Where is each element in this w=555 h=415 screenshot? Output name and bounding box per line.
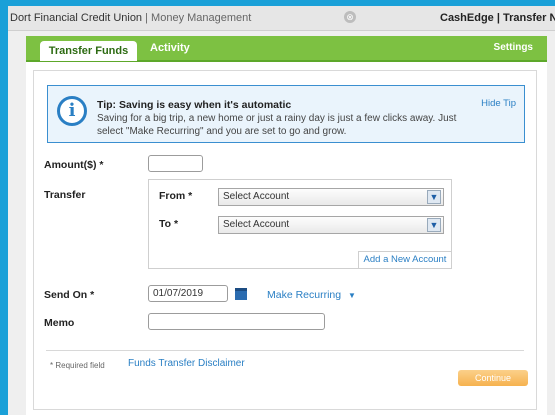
site-name: Dort Financial Credit Union bbox=[10, 12, 143, 24]
amount-label: Amount($) * bbox=[44, 159, 104, 171]
chevron-down-icon[interactable]: ▼ bbox=[427, 190, 441, 204]
settings-link[interactable]: Settings bbox=[494, 42, 533, 53]
make-recurring-label: Make Recurring bbox=[267, 289, 342, 301]
caret-down-icon: ▼ bbox=[348, 291, 356, 300]
make-recurring-link[interactable]: Make Recurring ▼ bbox=[267, 289, 356, 301]
nav-bar: Transfer Funds Activity Settings bbox=[26, 36, 547, 62]
from-account-select[interactable]: Select Account ▼ bbox=[218, 188, 444, 206]
transfer-accounts-box: From * Select Account ▼ To * Select Acco… bbox=[148, 179, 452, 269]
form-divider bbox=[46, 350, 524, 351]
tip-title: Tip: Saving is easy when it's automatic bbox=[97, 99, 292, 111]
page-name: Money Management bbox=[151, 12, 252, 24]
to-account-select[interactable]: Select Account ▼ bbox=[218, 216, 444, 234]
browser-tab-other[interactable]: CashEdge | Transfer NOW bbox=[440, 12, 555, 24]
info-icon: i bbox=[57, 96, 87, 126]
transfer-app: Transfer Funds Activity Settings i Tip: … bbox=[26, 36, 547, 415]
funds-transfer-disclaimer-link[interactable]: Funds Transfer Disclaimer bbox=[128, 358, 245, 369]
send-on-label: Send On * bbox=[44, 289, 95, 301]
browser-tab-title[interactable]: Dort Financial Credit Union | Money Mana… bbox=[10, 12, 251, 24]
transfer-label: Transfer bbox=[44, 189, 86, 201]
browser-window: Dort Financial Credit Union | Money Mana… bbox=[8, 6, 555, 415]
title-separator: | bbox=[142, 12, 152, 24]
tip-body: Saving for a big trip, a new home or jus… bbox=[97, 113, 457, 137]
transfer-form-panel: i Tip: Saving is easy when it's automati… bbox=[33, 70, 537, 410]
tip-box: i Tip: Saving is easy when it's automati… bbox=[47, 85, 525, 143]
continue-button[interactable]: Continue bbox=[458, 370, 528, 386]
to-label: To * bbox=[159, 218, 179, 230]
add-new-account-link[interactable]: Add a New Account bbox=[358, 251, 452, 269]
required-field-note: * Required field bbox=[50, 361, 105, 370]
to-account-value: Select Account bbox=[223, 219, 290, 230]
amount-input[interactable] bbox=[148, 155, 203, 172]
send-on-date-input[interactable] bbox=[148, 285, 228, 302]
from-label: From * bbox=[159, 190, 193, 202]
tab-transfer-funds[interactable]: Transfer Funds bbox=[40, 41, 137, 61]
calendar-icon[interactable] bbox=[235, 288, 247, 300]
tab-activity[interactable]: Activity bbox=[150, 42, 190, 54]
memo-label: Memo bbox=[44, 317, 75, 329]
memo-input[interactable] bbox=[148, 313, 325, 330]
chevron-down-icon[interactable]: ▼ bbox=[427, 218, 441, 232]
hide-tip-link[interactable]: Hide Tip bbox=[481, 98, 516, 109]
browser-tab-bar: Dort Financial Credit Union | Money Mana… bbox=[8, 6, 555, 31]
from-account-value: Select Account bbox=[223, 191, 290, 202]
close-tab-icon[interactable]: ⊗ bbox=[344, 11, 356, 23]
